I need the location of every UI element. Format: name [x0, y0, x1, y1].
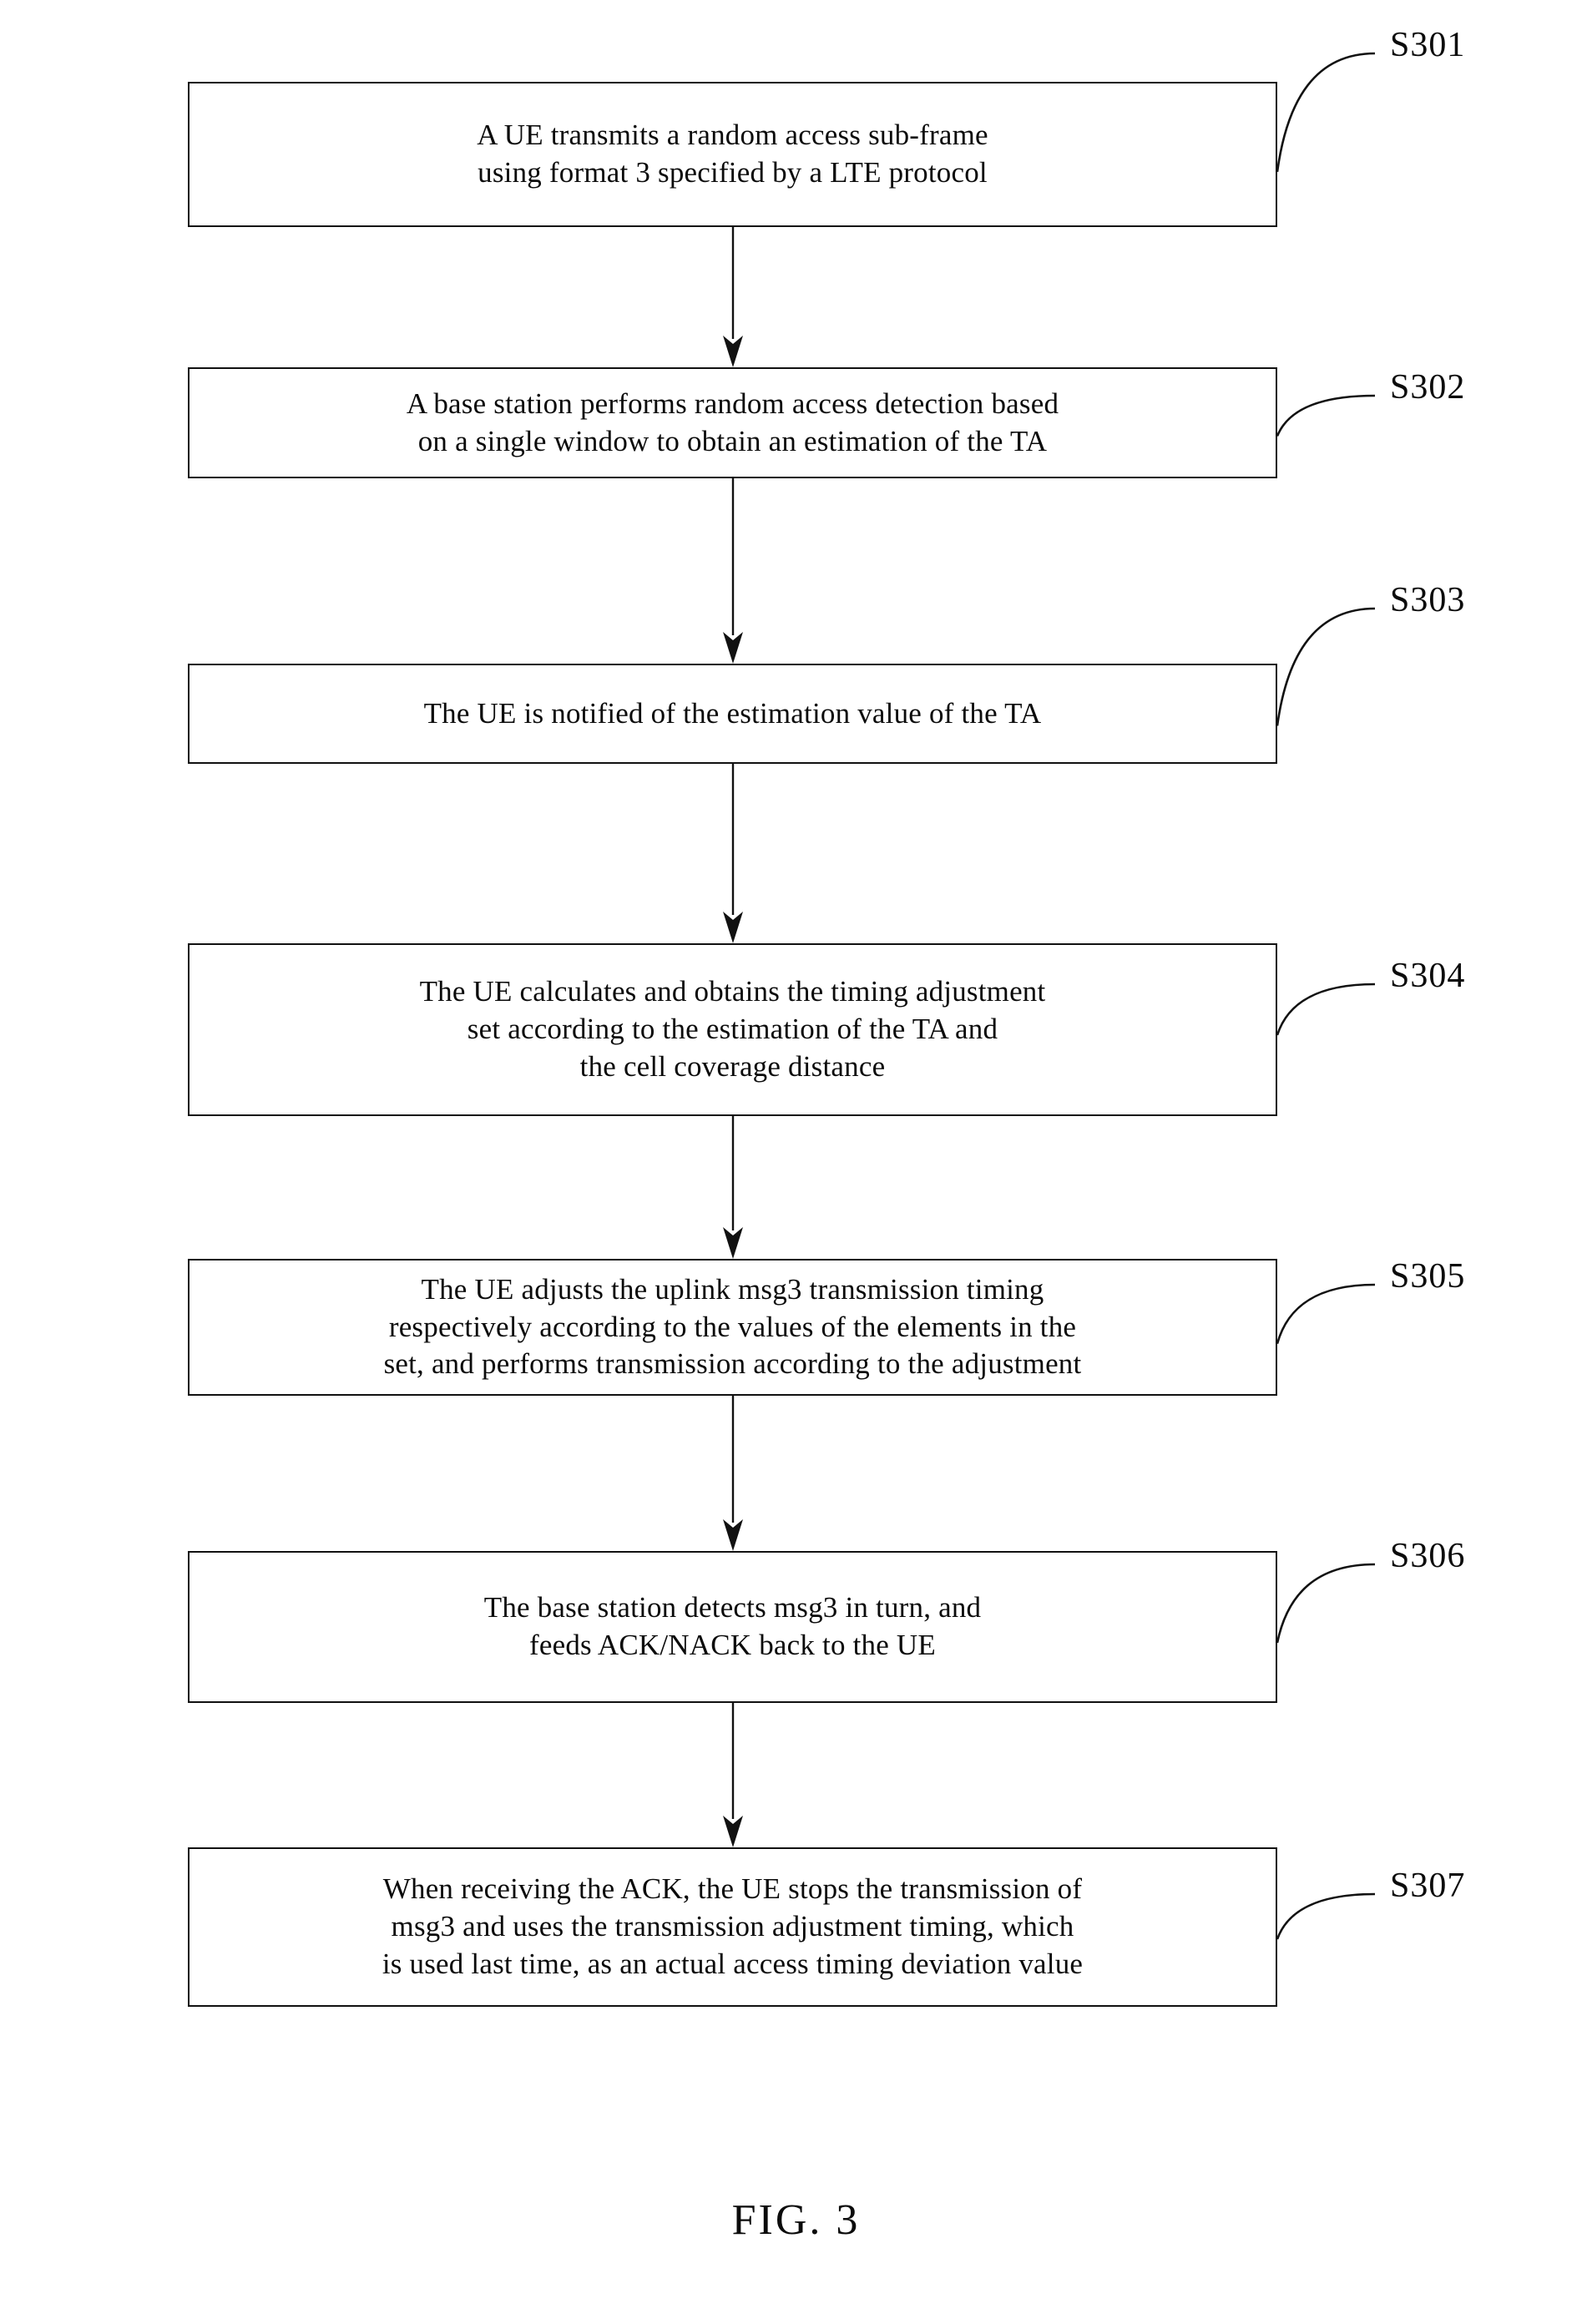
flow-arrow-s302-to-s303 [723, 478, 743, 664]
flow-arrow-s305-to-s306 [723, 1396, 743, 1551]
flow-arrow-s301-to-s302 [723, 227, 743, 367]
flow-arrow-s304-to-s305 [723, 1116, 743, 1259]
flow-step-box-s307: When receiving the ACK, the UE stops the… [188, 1847, 1277, 2007]
step-number-label-s302: S302 [1390, 368, 1466, 407]
flow-step-text-s305: The UE adjusts the uplink msg3 transmiss… [383, 1272, 1082, 1381]
step-number-label-s303: S303 [1390, 581, 1466, 619]
step-number-label-s306: S306 [1390, 1537, 1466, 1575]
leader-line-s305 [1276, 1283, 1375, 1345]
flow-step-text-s301: A UE transmits a random access sub-frame… [477, 119, 988, 189]
flow-step-text-s304: The UE calculates and obtains the timing… [419, 975, 1046, 1083]
patent-figure-canvas: A UE transmits a random access sub-frame… [0, 0, 1592, 2324]
leader-line-s306 [1276, 1563, 1376, 1644]
flow-step-box-s304: The UE calculates and obtains the timing… [188, 943, 1277, 1116]
leader-line-s301 [1276, 52, 1375, 173]
leader-line-s304 [1276, 983, 1376, 1036]
step-number-label-s307: S307 [1390, 1867, 1466, 1905]
flow-step-box-s306: The base station detects msg3 in turn, a… [188, 1551, 1277, 1703]
flow-step-box-s301: A UE transmits a random access sub-frame… [188, 82, 1277, 227]
leader-line-s303 [1276, 607, 1375, 726]
flow-step-text-s302: A base station performs random access de… [406, 386, 1059, 457]
flow-step-box-s305: The UE adjusts the uplink msg3 transmiss… [188, 1259, 1277, 1396]
step-number-label-s301: S301 [1390, 26, 1466, 64]
flow-arrow-s306-to-s307 [723, 1703, 743, 1847]
flow-arrow-s303-to-s304 [723, 764, 743, 943]
step-number-label-s305: S305 [1390, 1257, 1466, 1296]
step-number-label-s304: S304 [1390, 957, 1466, 995]
leader-line-s302 [1276, 394, 1375, 437]
flow-step-box-s302: A base station performs random access de… [188, 367, 1277, 478]
flow-step-text-s306: The base station detects msg3 in turn, a… [483, 1591, 982, 1661]
flow-step-text-s303: The UE is notified of the estimation val… [423, 696, 1042, 730]
leader-line-s307 [1276, 1892, 1376, 1940]
flow-step-box-s303: The UE is notified of the estimation val… [188, 664, 1277, 764]
figure-caption: FIG. 3 [731, 2196, 861, 2244]
flow-step-text-s307: When receiving the ACK, the UE stops the… [382, 1872, 1084, 1980]
